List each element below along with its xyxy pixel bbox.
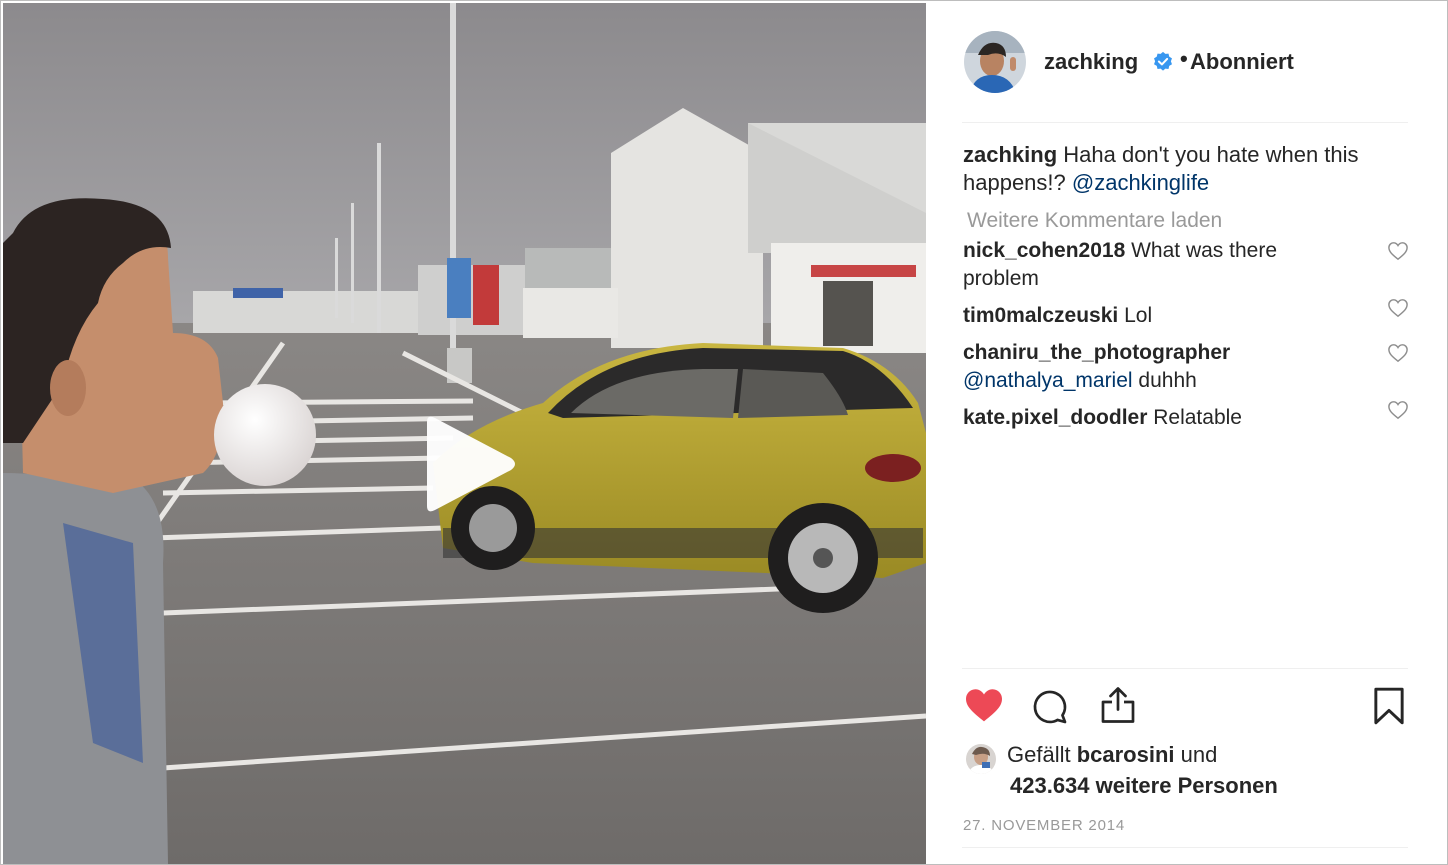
play-icon <box>427 416 515 512</box>
comments-section: zachking Haha don't you hate when this h… <box>963 141 1409 432</box>
verified-badge-icon <box>1154 51 1172 71</box>
comment-username[interactable]: kate.pixel_doodler <box>963 406 1147 429</box>
bottom-divider <box>962 847 1408 848</box>
heart-icon <box>966 689 1002 722</box>
liker-avatar[interactable] <box>966 744 996 774</box>
post-header: zachking • Abonniert <box>962 31 1408 93</box>
bubble-gum-illustration <box>214 384 316 486</box>
likes-summary: Gefällt bcarosini und <box>1007 742 1217 768</box>
comment-like-heart-icon[interactable] <box>1387 298 1409 318</box>
play-button[interactable] <box>417 412 521 516</box>
author-avatar[interactable] <box>964 31 1026 93</box>
header-divider <box>962 122 1408 123</box>
like-button[interactable] <box>964 687 1004 728</box>
post-modal: zachking • Abonniert zachking Haha don't… <box>0 0 1448 865</box>
comment-item: kate.pixel_doodler Relatable <box>963 401 1409 432</box>
post-caption: zachking Haha don't you hate when this h… <box>963 141 1409 197</box>
comment-item: nick_cohen2018 What was there problem <box>963 237 1409 293</box>
author-username[interactable]: zachking <box>1044 49 1138 75</box>
comment-text: duhhh <box>1132 369 1197 392</box>
comment-item: chaniru_the_photographer @nathalya_mariel… <box>963 339 1409 395</box>
caption-mention[interactable]: @zachkinglife <box>1072 170 1209 195</box>
share-button[interactable] <box>1100 685 1136 730</box>
comment-like-heart-icon[interactable] <box>1387 400 1409 420</box>
follow-status-button[interactable]: Abonniert <box>1190 49 1294 75</box>
comment-mention[interactable]: @nathalya_mariel <box>963 369 1133 392</box>
action-bar <box>962 685 1408 729</box>
share-icon <box>1101 687 1135 723</box>
liker-username[interactable]: bcarosini <box>1077 742 1175 767</box>
actions-divider <box>962 668 1408 669</box>
comment-username[interactable]: nick_cohen2018 <box>963 239 1125 262</box>
comment-button[interactable] <box>1032 689 1068 730</box>
comment-icon <box>1033 690 1067 724</box>
comment-text: Relatable <box>1147 406 1242 429</box>
save-button[interactable] <box>1372 687 1406 730</box>
bookmark-icon <box>1374 687 1404 725</box>
post-side-panel: zachking • Abonniert zachking Haha don't… <box>926 1 1447 864</box>
header-separator: • <box>1180 46 1188 71</box>
comment-text: Lol <box>1118 304 1153 327</box>
caption-username[interactable]: zachking <box>963 142 1057 167</box>
likes-prefix: Gefällt <box>1007 742 1077 767</box>
post-date[interactable]: 27. November 2014 <box>963 817 1125 834</box>
likes-count-link[interactable]: 423.634 weitere Personen <box>1010 773 1278 799</box>
comment-like-heart-icon[interactable] <box>1387 241 1409 261</box>
comment-username[interactable]: chaniru_the_photographer <box>963 341 1230 364</box>
load-more-comments-button[interactable]: Weitere Kommentare laden <box>963 207 1222 235</box>
comment-like-heart-icon[interactable] <box>1387 343 1409 363</box>
comment-username[interactable]: tim0malczeuski <box>963 304 1118 327</box>
comment-item: tim0malczeuski Lol <box>963 299 1409 330</box>
likes-suffix: und <box>1174 742 1218 767</box>
post-video[interactable] <box>3 3 926 864</box>
